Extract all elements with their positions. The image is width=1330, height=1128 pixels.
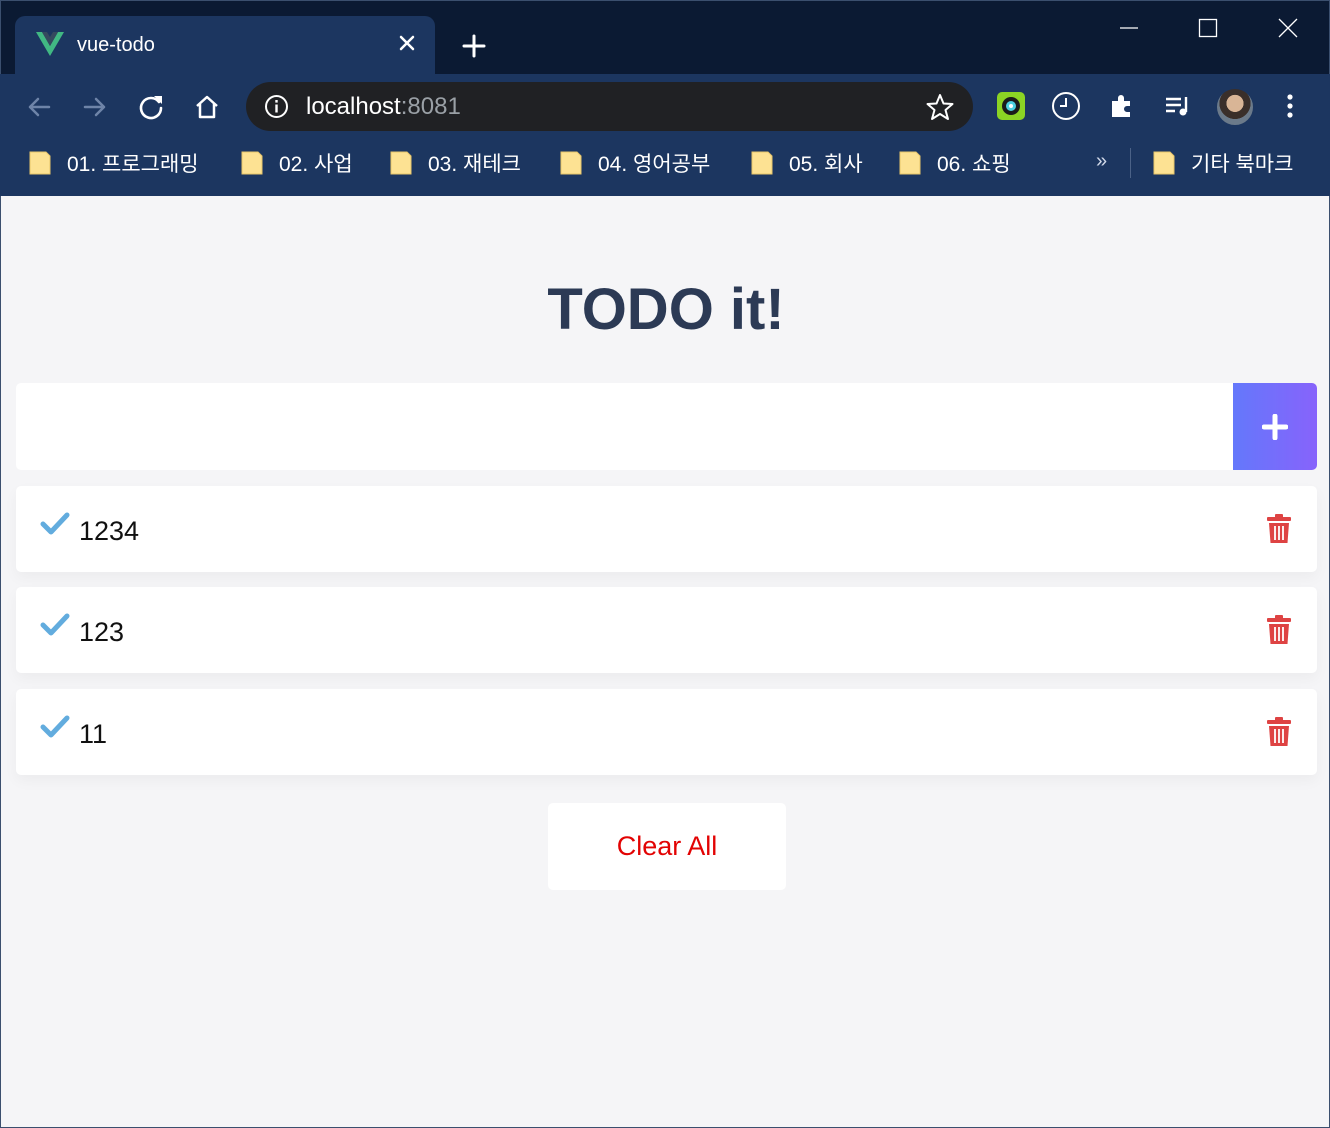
trash-icon[interactable] xyxy=(1266,615,1292,645)
todo-input[interactable] xyxy=(16,383,1233,470)
maximize-icon[interactable] xyxy=(1190,10,1226,46)
bookmark-folder[interactable]: 04. 영어공부 xyxy=(560,146,710,180)
todo-text: 123 xyxy=(79,617,125,647)
bookmarks-divider xyxy=(1130,148,1131,178)
todo-item: 123 xyxy=(16,587,1317,673)
bookmark-folder[interactable]: 03. 재테크 xyxy=(390,146,521,180)
folder-icon xyxy=(241,151,263,175)
trash-icon[interactable] xyxy=(1266,514,1292,544)
clock-icon[interactable] xyxy=(1048,88,1084,124)
folder-icon xyxy=(29,151,51,175)
minimize-icon[interactable] xyxy=(1111,10,1147,46)
tab-title: vue-todo xyxy=(77,34,155,56)
other-bookmarks-folder[interactable]: 기타 북마크 xyxy=(1153,146,1293,180)
bookmark-folder[interactable]: 02. 사업 xyxy=(241,146,353,180)
folder-icon xyxy=(1153,151,1175,175)
close-window-icon[interactable] xyxy=(1270,10,1306,46)
browser-chrome: vue-todo localhost:8081 01. 프로그래밍 02. 사업… xyxy=(0,0,1330,196)
bookmarks-overflow-button[interactable]: » xyxy=(1096,150,1107,173)
vue-logo-icon xyxy=(36,32,64,56)
todo-input-container xyxy=(16,383,1317,470)
check-icon[interactable] xyxy=(40,612,70,638)
todo-item: 11 xyxy=(16,689,1317,775)
bookmark-label: 03. 재테크 xyxy=(428,153,521,176)
url-text[interactable]: localhost:8081 xyxy=(306,93,461,121)
url-port: :8081 xyxy=(400,93,461,120)
todo-text: 1234 xyxy=(79,516,140,546)
home-icon[interactable] xyxy=(188,88,226,126)
plus-icon xyxy=(1262,413,1288,440)
todo-text: 11 xyxy=(79,719,108,749)
page-content: TODO it! 1234 123 11 Clear All xyxy=(0,196,1330,1128)
check-icon[interactable] xyxy=(40,511,70,537)
bookmark-label: 06. 쇼핑 xyxy=(937,153,1011,176)
bookmark-label: 04. 영어공부 xyxy=(598,153,711,176)
bookmark-folder[interactable]: 05. 회사 xyxy=(751,146,863,180)
extensions-puzzle-icon[interactable] xyxy=(1104,88,1140,124)
bookmark-folder[interactable]: 01. 프로그래밍 xyxy=(29,146,199,180)
media-queue-icon[interactable] xyxy=(1160,88,1196,124)
profile-avatar[interactable] xyxy=(1215,87,1255,127)
reload-icon[interactable] xyxy=(132,88,170,126)
back-arrow-icon[interactable] xyxy=(20,88,58,126)
add-todo-button[interactable] xyxy=(1233,383,1317,470)
site-info-icon[interactable] xyxy=(264,94,289,119)
address-bar[interactable]: localhost:8081 xyxy=(246,82,973,131)
tab-close-icon[interactable] xyxy=(395,31,419,55)
browser-tab[interactable]: vue-todo xyxy=(15,16,435,75)
bookmark-label: 01. 프로그래밍 xyxy=(67,153,199,176)
bookmarks-bar: 01. 프로그래밍 02. 사업 03. 재테크 04. 영어공부 05. 회사… xyxy=(0,140,1330,185)
folder-icon xyxy=(390,151,412,175)
clear-all-button[interactable]: Clear All xyxy=(548,803,786,890)
folder-icon xyxy=(751,151,773,175)
bookmark-star-icon[interactable] xyxy=(926,93,954,121)
folder-icon xyxy=(899,151,921,175)
extension-camera-icon[interactable] xyxy=(993,88,1029,124)
bookmark-label: 02. 사업 xyxy=(279,153,353,176)
trash-icon[interactable] xyxy=(1266,717,1292,747)
new-tab-icon[interactable] xyxy=(458,30,490,62)
bookmark-label: 기타 북마크 xyxy=(1191,153,1294,176)
url-host: localhost xyxy=(306,93,401,120)
check-icon[interactable] xyxy=(40,714,70,740)
bookmark-label: 05. 회사 xyxy=(789,153,863,176)
page-title: TODO it! xyxy=(547,277,785,342)
bookmark-folder[interactable]: 06. 쇼핑 xyxy=(899,146,1011,180)
forward-arrow-icon[interactable] xyxy=(76,88,114,126)
todo-item: 1234 xyxy=(16,486,1317,572)
menu-kebab-icon[interactable] xyxy=(1272,88,1308,124)
folder-icon xyxy=(560,151,582,175)
